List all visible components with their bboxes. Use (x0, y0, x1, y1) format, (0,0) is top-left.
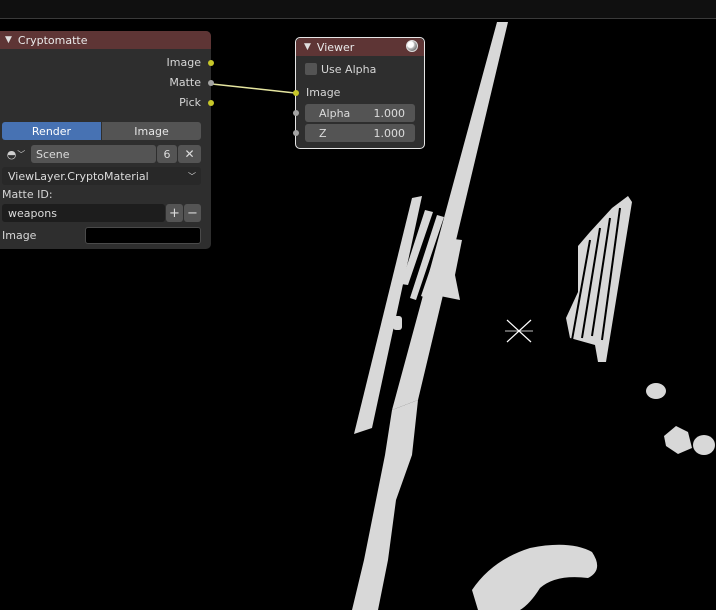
chevron-down-icon: ﹀ (188, 171, 196, 181)
output-image-label: Image (166, 56, 201, 69)
close-icon: ✕ (184, 147, 195, 161)
use-alpha-label: Use Alpha (321, 63, 377, 76)
chevron-down-icon[interactable]: ▼ (304, 42, 311, 52)
matte-id-value: weapons (8, 206, 57, 220)
viewer-sphere-icon[interactable] (406, 40, 418, 52)
input-image-label: Image (2, 229, 37, 242)
matte-remove-button[interactable]: − (184, 204, 201, 222)
z-slider[interactable]: Z 1.000 (305, 124, 415, 142)
layer-dropdown[interactable]: ViewLayer.CryptoMaterial ﹀ (2, 167, 201, 185)
scene-unlink-button[interactable]: ✕ (178, 145, 201, 163)
matte-dot-1 (646, 383, 666, 399)
scene-icon: ◓ (6, 147, 17, 161)
scene-type-dropdown[interactable]: ◓ ﹀ (2, 145, 30, 163)
matte-rifle-stock (352, 400, 418, 610)
matte-dot-2 (664, 426, 692, 454)
matte-id-label: Matte ID: (2, 188, 53, 201)
tab-image[interactable]: Image (102, 122, 201, 140)
input-z-socket[interactable] (293, 130, 299, 136)
cryptomatte-node-header[interactable]: ▼ Cryptomatte (0, 31, 211, 49)
matte-small-fragment (393, 316, 402, 330)
layer-dropdown-value: ViewLayer.CryptoMaterial (8, 169, 149, 183)
tab-image-label: Image (134, 124, 169, 138)
output-matte-label: Matte (169, 76, 201, 89)
use-alpha-checkbox[interactable] (305, 63, 317, 75)
viewer-node-header[interactable]: ▼ Viewer (296, 38, 424, 56)
output-pick-socket[interactable] (208, 100, 214, 106)
chevron-down-icon[interactable]: ▼ (5, 35, 12, 45)
viewer-image-label: Image (306, 86, 341, 99)
output-image-socket[interactable] (208, 60, 214, 66)
tab-render-label: Render (31, 124, 72, 138)
input-image-socket[interactable] (293, 90, 299, 96)
matte-dot-3 (693, 435, 715, 455)
cryptomatte-node-title: Cryptomatte (17, 33, 88, 47)
viewer-node[interactable]: ▼ Viewer Use Alpha Image Alpha 1.000 Z 1… (293, 37, 425, 149)
alpha-value: 1.000 (373, 106, 406, 120)
plus-icon: + (169, 205, 180, 221)
tab-render[interactable]: Render (2, 122, 101, 140)
scene-name-value: Scene (36, 147, 70, 161)
scene-users-value: 6 (163, 147, 171, 161)
matte-right-cluster (566, 196, 632, 362)
scene-name-field[interactable]: Scene (31, 145, 156, 163)
scene-users-count[interactable]: 6 (157, 145, 177, 163)
alpha-label: Alpha (319, 106, 351, 120)
input-image-field[interactable] (85, 227, 201, 244)
cryptomatte-node[interactable]: ▼ Cryptomatte Image Matte Pick Render Im… (0, 31, 214, 249)
viewer-node-title: Viewer (316, 40, 355, 54)
minus-icon: − (187, 205, 198, 221)
matte-pistol (472, 544, 598, 610)
backdrop-center-cursor-icon[interactable] (505, 319, 533, 343)
matte-id-field[interactable]: weapons (2, 204, 165, 222)
z-label: Z (319, 126, 327, 140)
matte-add-button[interactable]: + (166, 204, 183, 222)
z-value: 1.000 (373, 126, 406, 140)
output-matte-socket[interactable] (208, 80, 214, 86)
chevron-down-icon: ﹀ (17, 149, 26, 159)
input-alpha-socket[interactable] (293, 110, 299, 116)
alpha-slider[interactable]: Alpha 1.000 (305, 104, 415, 122)
output-pick-label: Pick (179, 96, 201, 109)
node-link-matte-to-image[interactable] (211, 83, 296, 94)
